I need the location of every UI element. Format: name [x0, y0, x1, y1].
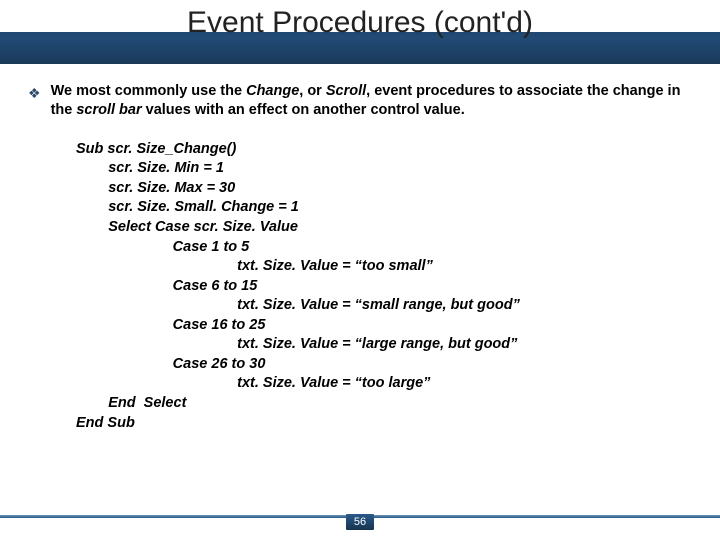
- bullet-mid1: , or: [299, 83, 326, 99]
- bullet-em3: scroll bar: [76, 102, 141, 118]
- bullet-em2: Scroll: [326, 83, 366, 99]
- code-block: Sub scr. Size_Change() scr. Size. Min = …: [76, 140, 692, 433]
- slide-content: ❖ We most commonly use the Change, or Sc…: [0, 64, 720, 433]
- title-band: Event Procedures (cont'd): [0, 0, 720, 64]
- page-number: 56: [346, 514, 374, 530]
- bullet-em1: Change: [246, 83, 299, 99]
- bullet-text: We most commonly use the Change, or Scro…: [51, 82, 692, 120]
- bullet-item: ❖ We most commonly use the Change, or Sc…: [28, 82, 692, 120]
- bullet-post: values with an effect on another control…: [142, 102, 465, 118]
- slide-title: Event Procedures (cont'd): [0, 6, 720, 40]
- bullet-pre: We most commonly use the: [51, 83, 247, 99]
- footer: 56: [0, 514, 720, 530]
- diamond-bullet-icon: ❖: [28, 82, 41, 103]
